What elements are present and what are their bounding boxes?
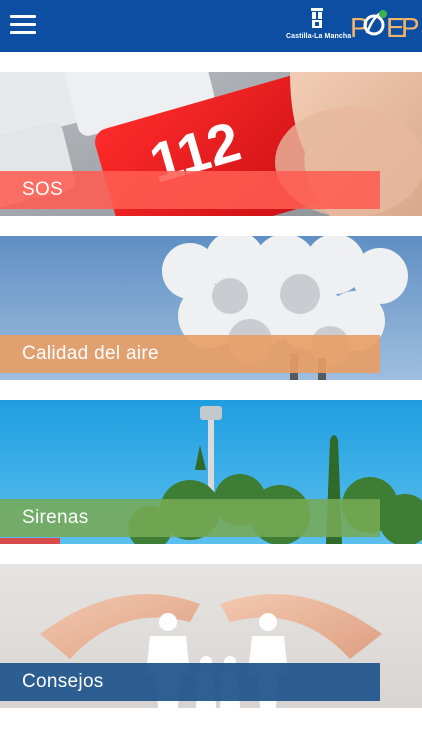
card-label: Consejos <box>0 663 380 701</box>
card-label: Calidad del aire <box>0 335 380 373</box>
hamburger-menu-icon[interactable] <box>10 15 36 35</box>
card-label: SOS <box>0 171 380 209</box>
card-sirenas[interactable]: Sirenas <box>0 400 422 544</box>
app-header: Castilla-La Mancha P E P <box>0 0 422 52</box>
svg-text:P: P <box>401 12 418 43</box>
app-screen: Castilla-La Mancha P E P 112 SOS Calidad… <box>0 0 422 750</box>
castilla-la-mancha-logo: Castilla-La Mancha <box>286 8 352 44</box>
card-consejos[interactable]: Consejos <box>0 564 422 708</box>
crest-icon <box>311 8 323 28</box>
pleiep-logo: P E P <box>350 10 418 43</box>
castilla-la-mancha-text: Castilla-La Mancha <box>286 33 352 40</box>
card-sos[interactable]: 112 SOS <box>0 72 422 216</box>
card-label: Sirenas <box>0 499 380 537</box>
card-calidad-del-aire[interactable]: Calidad del aire <box>0 236 422 380</box>
